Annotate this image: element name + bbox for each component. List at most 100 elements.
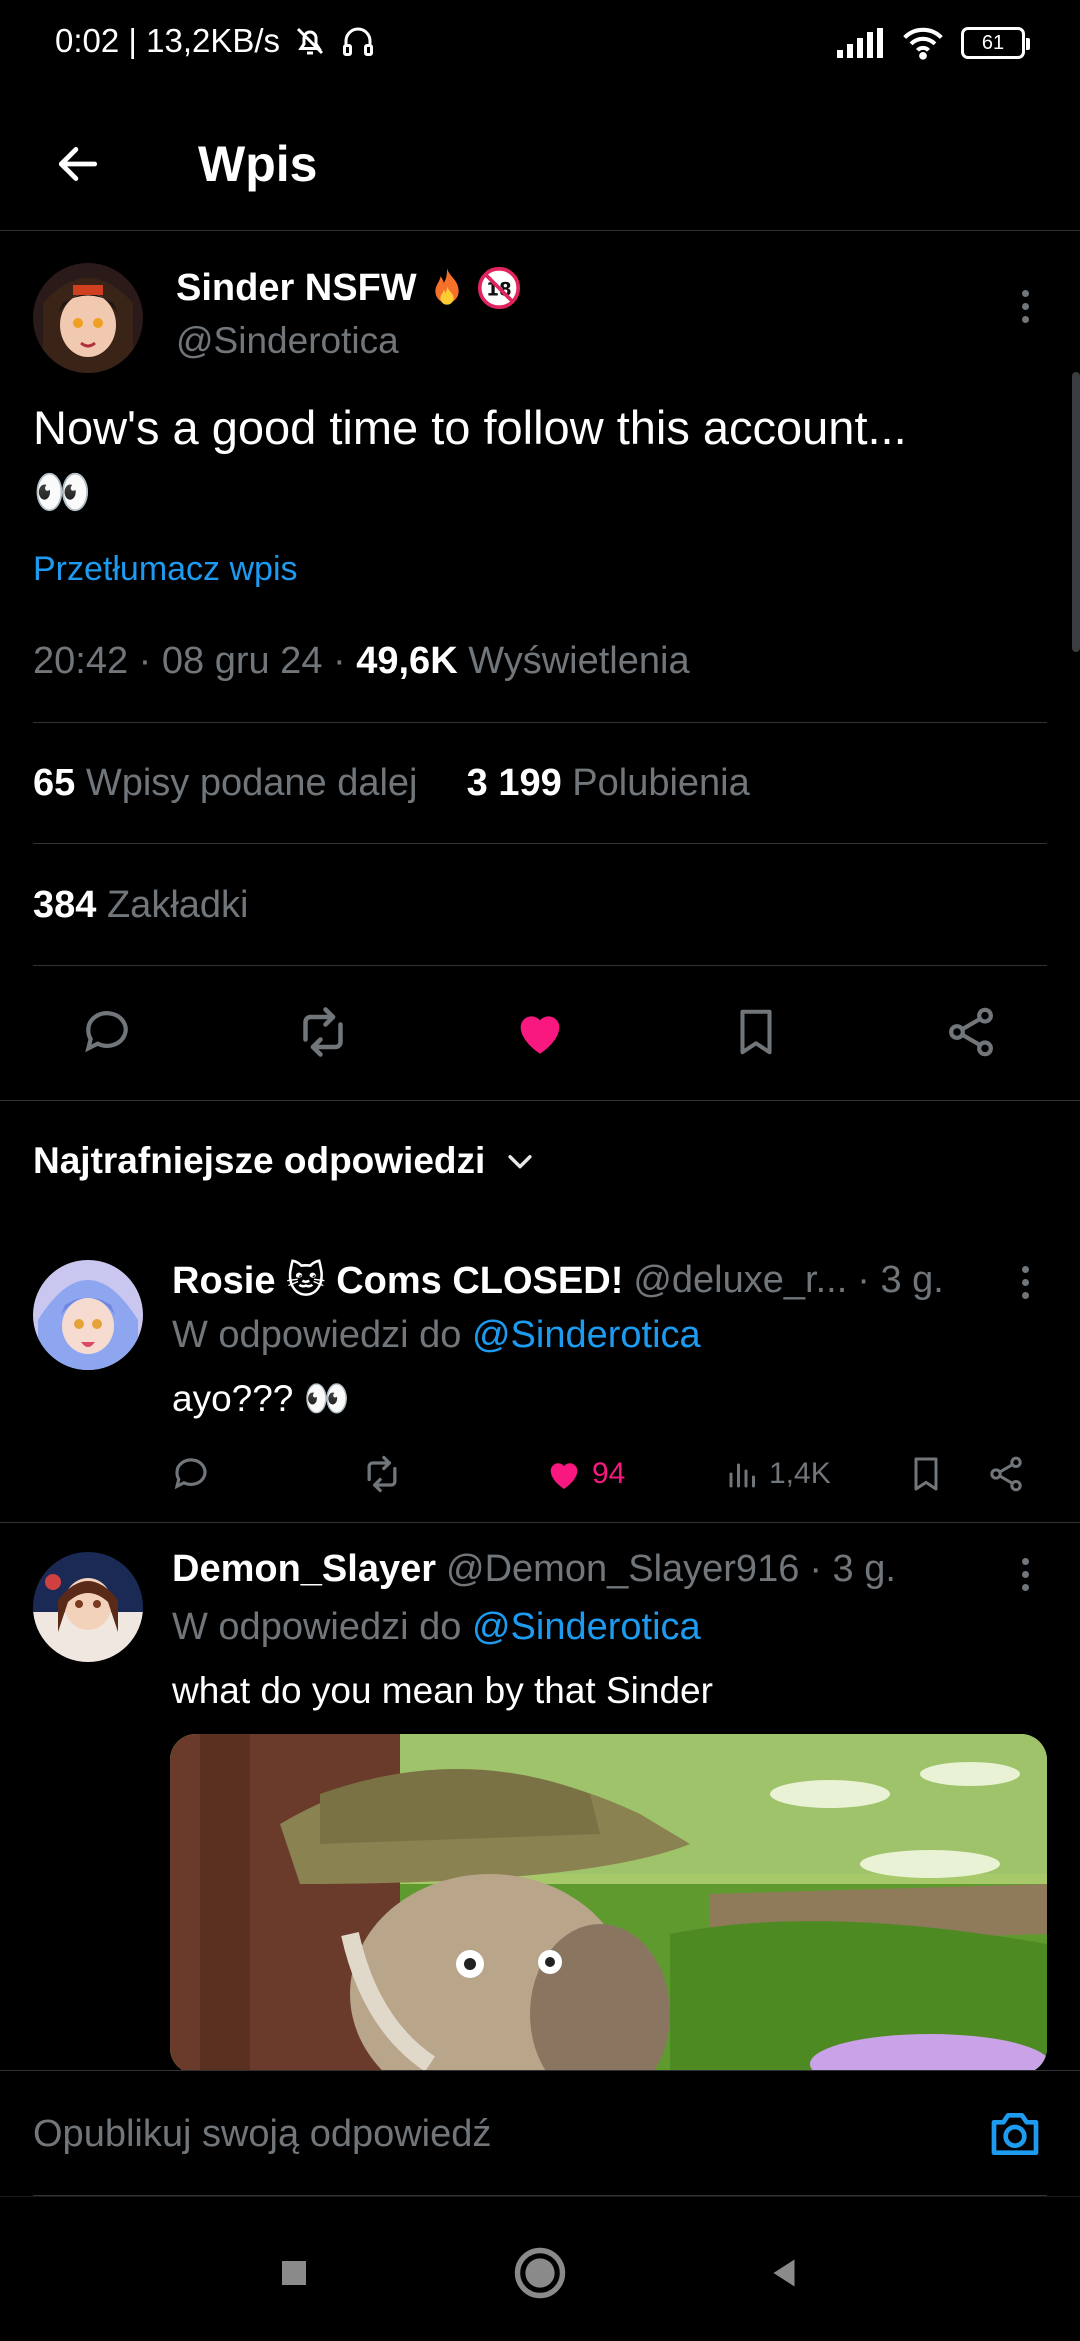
bookmarks-label: Zakładki [106, 884, 249, 926]
page-title: Wpis [198, 136, 318, 192]
reply-composer: Opublikuj swoją odpowiedź [0, 2070, 1080, 2197]
reply-text: ayo??? 👀 [172, 1378, 350, 1419]
camera-button[interactable] [983, 2102, 1047, 2166]
reply-like-count: 94 [592, 1457, 626, 1490]
more-dot [1021, 1291, 1029, 1299]
divider [33, 722, 1047, 723]
views-count: 49,6K [356, 640, 458, 682]
reply-avatar[interactable] [33, 1552, 143, 1662]
reply-context: W odpowiedzi do @Sinderotica [172, 1606, 701, 1649]
reply-author-name[interactable]: Demon_Slayer [172, 1548, 436, 1591]
nav-recents-button[interactable] [262, 2241, 326, 2305]
reply-context: W odpowiedzi do @Sinderotica [172, 1314, 701, 1357]
fire-icon [435, 268, 459, 305]
repost-button[interactable] [283, 992, 363, 1072]
likes-stat[interactable]: 3 199 Polubienia [467, 762, 750, 804]
circle-icon [514, 2247, 566, 2299]
divider [33, 965, 1047, 966]
reply-more-button[interactable] [1003, 1544, 1047, 1604]
author-name: Sinder NSFW [176, 266, 417, 309]
nav-back-button[interactable] [752, 2241, 816, 2305]
reply-views-count: 1,4K [769, 1457, 831, 1490]
reply-time: · 3 g. [857, 1259, 944, 1301]
bookmark-icon [740, 1009, 772, 1055]
bookmark-icon [914, 1457, 938, 1491]
reply-to-handle[interactable]: @Sinderotica [472, 1314, 701, 1356]
bookmarks-stat[interactable]: 384 Zakładki [33, 884, 248, 927]
reply-author-name[interactable]: Rosie 🐱 Coms CLOSED! [172, 1258, 623, 1303]
divider [0, 1522, 1080, 1523]
author-avatar[interactable] [33, 263, 143, 373]
status-time-speed: 0:02 | 13,2KB/s [55, 22, 281, 59]
reply-repost-button[interactable] [360, 1452, 404, 1496]
nav-home-button[interactable] [508, 2237, 572, 2309]
share-button[interactable] [931, 992, 1011, 1072]
reply-button[interactable] [67, 992, 147, 1072]
reply-icon [85, 1011, 128, 1053]
more-dot [1021, 1557, 1029, 1565]
back-button[interactable] [40, 126, 116, 202]
system-nav-bar [0, 2196, 1080, 2341]
reply-to-label: W odpowiedzi do [172, 1606, 462, 1648]
reposts-count: 65 [33, 762, 76, 804]
reply-text: what do you mean by that Sinder [172, 1670, 713, 1711]
reply-avatar[interactable] [33, 1260, 143, 1370]
author-handle[interactable]: @Sinderotica [176, 320, 399, 362]
replies-sort-dropdown[interactable]: Najtrafniejsze odpowiedzi [33, 1140, 537, 1182]
post-body: Now's a good time to follow this account… [33, 396, 1033, 524]
reply-more-button[interactable] [1003, 1252, 1047, 1312]
status-bar: 0:02 | 13,2KB/s 61 [0, 0, 1080, 96]
reposts-stat[interactable]: 65 Wpisy podane dalej [33, 762, 418, 804]
post-emoji: 👀 [33, 465, 92, 518]
more-dot [1021, 302, 1029, 310]
repost-icon [367, 1455, 397, 1493]
reply-header: Demon_Slayer @Demon_Slayer916 · 3 g. [172, 1548, 896, 1591]
author-name-row[interactable]: Sinder NSFW 18 [176, 266, 521, 310]
reply-time: · 3 g. [809, 1548, 896, 1590]
like-button[interactable] [500, 992, 580, 1072]
status-left: 0:02 | 13,2KB/s [55, 22, 376, 60]
analytics-icon [729, 1463, 755, 1488]
bookmark-button[interactable] [716, 992, 796, 1072]
heart-filled-icon [550, 1463, 578, 1489]
reply-author-handle[interactable]: @Demon_Slayer916 [446, 1548, 799, 1591]
reply-to-handle[interactable]: @Sinderotica [472, 1606, 701, 1648]
more-dot [1021, 1583, 1029, 1591]
triangle-back-icon [773, 2259, 795, 2287]
wifi-icon [903, 27, 943, 60]
battery-level: 61 [981, 31, 1005, 54]
adult-content-icon: 18 [477, 266, 520, 310]
signal-icon [837, 28, 883, 58]
post-text: Now's a good time to follow this account… [33, 401, 907, 454]
divider [33, 843, 1047, 844]
reply-media-image[interactable] [170, 1734, 1047, 2074]
reply-like-button[interactable]: 94 [544, 1454, 625, 1494]
reply-to-label: W odpowiedzi do [172, 1314, 462, 1356]
more-dot [1021, 289, 1029, 297]
post-meta: 20:42 · 08 gru 24 · 49,6K Wyświetlenia [33, 640, 690, 682]
likes-count: 3 199 [466, 762, 562, 804]
replies-sort-label: Najtrafniejsze odpowiedzi [33, 1140, 486, 1181]
reply-views-button[interactable]: 1,4K [725, 1456, 831, 1492]
post-more-button[interactable] [1003, 276, 1047, 336]
square-icon [282, 2261, 306, 2285]
more-dot [1021, 315, 1029, 323]
likes-label: Polubienia [572, 762, 750, 804]
reply-bookmark-button[interactable] [906, 1454, 946, 1494]
reply-input[interactable]: Opublikuj swoją odpowiedź [33, 2071, 491, 2197]
reply-author-handle[interactable]: @deluxe_r... [633, 1259, 847, 1302]
share-icon [949, 1007, 993, 1057]
translate-link[interactable]: Przetłumacz wpis [33, 550, 298, 589]
views-label: Wyświetlenia [468, 640, 690, 682]
engagement-stats: 65 Wpisy podane dalej 3 199 Polubienia [33, 762, 750, 805]
reply-share-button[interactable] [986, 1454, 1026, 1494]
post-actions [0, 980, 1080, 1101]
scrollbar[interactable] [1072, 372, 1080, 652]
reply-reply-button[interactable] [170, 1453, 212, 1495]
battery-icon: 61 [961, 27, 1030, 59]
bookmarks-count: 384 [33, 884, 97, 926]
reposts-label: Wpisy podane dalej [85, 762, 418, 804]
heart-filled-icon [520, 1016, 560, 1054]
bell-muted-icon [297, 27, 324, 55]
repost-icon [303, 1007, 343, 1057]
